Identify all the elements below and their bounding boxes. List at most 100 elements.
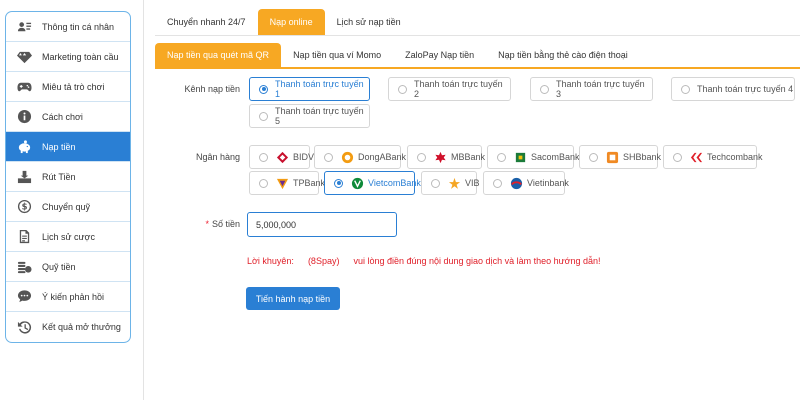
bidv-logo-icon (275, 150, 289, 164)
tpbank-logo-icon (275, 176, 289, 190)
channel-option-label: Thanh toán trực tuyến 3 (556, 79, 645, 99)
gamepad-icon (16, 79, 32, 95)
user-card-icon (16, 19, 32, 35)
radio-button[interactable] (589, 152, 598, 162)
bank-name: VietcomBank (368, 178, 421, 188)
sidebar-item-game-description[interactable]: Miêu tả trò chơi (6, 72, 130, 102)
bank-option-vietinbank[interactable]: Vietinbank (483, 171, 569, 195)
content-divider (143, 0, 144, 400)
required-mark: * (205, 219, 209, 229)
sidebar-item-label: Lịch sử cược (42, 231, 95, 242)
history-icon (16, 319, 32, 335)
radio-button[interactable] (431, 178, 440, 188)
vib-logo-icon (447, 176, 461, 190)
sidebar-item-marketing[interactable]: Marketing toàn cầu (6, 42, 130, 72)
bank-label: Ngân hàng (195, 152, 240, 162)
radio-button[interactable] (259, 84, 268, 94)
sidebar-item-personal-info[interactable]: Thông tin cá nhân (6, 12, 130, 42)
tab-deposit-history[interactable]: Lịch sử nạp tiền (325, 9, 413, 35)
deposit-method-tabs: Chuyển nhanh 24/7 Nạp online Lịch sử nạp… (155, 9, 413, 35)
bank-option-vietcombank[interactable]: VietcomBank (324, 171, 421, 195)
radio-button[interactable] (259, 152, 268, 162)
amount-label-text: Số tiền (211, 219, 240, 229)
channel-option-label: Thanh toán trực tuyến 1 (275, 79, 364, 99)
sacombank-logo-icon (513, 150, 527, 164)
radio-button[interactable] (681, 84, 690, 94)
sidebar-item-deposit[interactable]: Nạp tiền (6, 132, 130, 162)
bank-name: BIDV (293, 152, 315, 162)
sidebar-item-fund-transfer[interactable]: $ Chuyển quỹ (6, 192, 130, 222)
vietinbank-logo-icon (509, 176, 523, 190)
radio-button[interactable] (497, 152, 506, 162)
sidebar-item-money-fund[interactable]: Quỹ tiền (6, 252, 130, 282)
channel-option-label: Thanh toán trực tuyến 2 (414, 79, 503, 99)
radio-button[interactable] (259, 111, 268, 121)
sidebar-item-bet-history[interactable]: Lịch sử cược (6, 222, 130, 252)
svg-text:$: $ (21, 202, 27, 212)
coins-icon (16, 259, 32, 275)
sidebar-item-label: Miêu tả trò chơi (42, 81, 105, 92)
sidebar-item-feedback[interactable]: Ý kiến phản hồi (6, 282, 130, 312)
sidebar-item-label: Marketing toàn cầu (42, 51, 119, 62)
radio-button[interactable] (417, 152, 426, 162)
channel-option-4[interactable]: Thanh toán trực tuyến 4 (671, 77, 795, 101)
amount-label: * Số tiền (150, 219, 240, 229)
radio-button[interactable] (493, 178, 502, 188)
bank-name: Techcombank (707, 152, 763, 162)
tabs-divider (155, 35, 800, 36)
radio-button[interactable] (324, 152, 333, 162)
tab-phone-card-deposit[interactable]: Nạp tiền bằng thẻ cào điện thoại (486, 43, 640, 67)
dollar-circle-icon: $ (16, 199, 32, 215)
sidebar-item-label: Ý kiến phản hồi (42, 291, 105, 302)
channel-label: Kênh nạp tiền (184, 84, 240, 94)
bank-option-sacombank[interactable]: SacomBank (487, 145, 580, 169)
bank-name: TPBank (293, 178, 326, 188)
sidebar-item-label: Quỹ tiền (42, 261, 76, 272)
channel-option-5[interactable]: Thanh toán trực tuyến 5 (249, 104, 370, 128)
radio-button[interactable] (259, 178, 268, 188)
online-method-tabs: Nạp tiền qua quét mã QR Nạp tiền qua ví … (155, 43, 640, 67)
radio-button[interactable] (398, 84, 407, 94)
channel-option-1[interactable]: Thanh toán trực tuyến 1 (249, 77, 370, 101)
vietcombank-logo-icon (350, 176, 364, 190)
bank-name: VIB (465, 178, 480, 188)
mbbank-logo-icon (433, 150, 447, 164)
tab-online-deposit[interactable]: Nạp online (257, 9, 325, 35)
submit-deposit-button[interactable]: Tiến hành nạp tiền (246, 287, 340, 310)
bank-option-bidv[interactable]: BIDV (249, 145, 314, 169)
bank-name: Vietinbank (527, 178, 569, 188)
channel-option-label: Thanh toán trực tuyến 5 (275, 106, 364, 126)
radio-button[interactable] (334, 178, 343, 188)
radio-button[interactable] (540, 84, 549, 94)
advice-prefix: Lời khuyên: (247, 256, 294, 266)
sidebar-item-how-to-play[interactable]: Cách chơi (6, 102, 130, 132)
tab-zalopay-deposit[interactable]: ZaloPay Nạp tiền (393, 43, 486, 67)
dongabank-logo-icon (340, 150, 354, 164)
channel-option-3[interactable]: Thanh toán trực tuyến 3 (530, 77, 653, 101)
radio-button[interactable] (673, 152, 682, 162)
channel-option-label: Thanh toán trực tuyến 4 (697, 84, 794, 94)
bank-option-dongabank[interactable]: DongABank (314, 145, 406, 169)
bank-option-techcombank[interactable]: Techcombank (663, 145, 763, 169)
advice-text: vui lòng điền đúng nội dung giao dịch và… (353, 256, 601, 266)
tab-momo-deposit[interactable]: Nạp tiền qua ví Momo (281, 43, 393, 67)
sidebar-item-lottery-results[interactable]: Kết quả mở thưởng (6, 312, 130, 342)
bank-name: SHBbank (623, 152, 662, 162)
tab-qr-deposit[interactable]: Nạp tiền qua quét mã QR (155, 43, 282, 67)
channel-option-2[interactable]: Thanh toán trực tuyến 2 (388, 77, 511, 101)
bank-option-tpbank[interactable]: TPBank (249, 171, 325, 195)
sidebar-item-label: Rút Tiền (42, 171, 76, 182)
advice-brand: (8Spay) (307, 256, 340, 266)
bank-name: SacomBank (531, 152, 580, 162)
bank-option-vib[interactable]: VIB (421, 171, 480, 195)
amount-input[interactable] (247, 212, 397, 237)
bank-option-shbbank[interactable]: SHBbank (579, 145, 662, 169)
sidebar-item-withdraw[interactable]: Rút Tiền (6, 162, 130, 192)
sidebar: Thông tin cá nhân Marketing toàn cầu Miê… (5, 11, 131, 343)
tab-fast-transfer[interactable]: Chuyển nhanh 24/7 (155, 9, 258, 35)
bank-name: DongABank (358, 152, 407, 162)
document-icon (16, 229, 32, 245)
info-icon (16, 109, 32, 125)
sub-tabs-underline (155, 67, 800, 69)
bank-option-mbbank[interactable]: MBBank (407, 145, 485, 169)
